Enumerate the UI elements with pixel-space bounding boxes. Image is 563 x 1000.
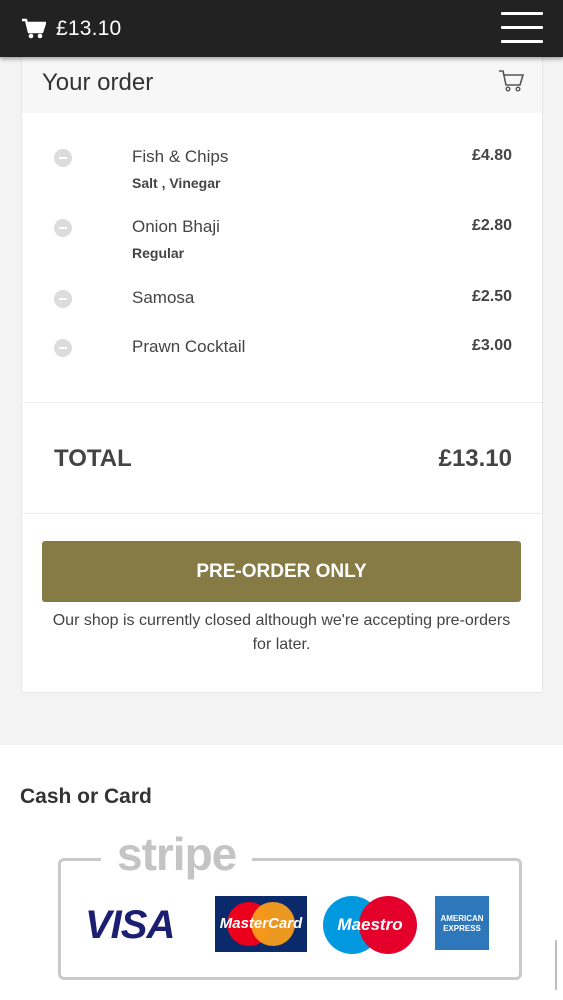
remove-item-icon[interactable] — [54, 219, 72, 237]
divider — [22, 402, 542, 403]
item-name: Onion Bhaji — [132, 217, 220, 236]
item-price: £3.00 — [471, 337, 512, 354]
visa-logo: VISA — [85, 903, 175, 947]
item-price: £2.80 — [471, 217, 512, 234]
menu-line — [501, 40, 543, 43]
order-card: Your order Fish & Chips Salt , Vinegar £… — [21, 57, 543, 693]
remove-item-icon[interactable] — [54, 149, 72, 167]
total-value: £13.10 — [438, 445, 512, 472]
remove-item-icon[interactable] — [54, 339, 72, 357]
remove-item-icon[interactable] — [54, 290, 72, 308]
item-price: £2.50 — [471, 288, 512, 305]
divider — [22, 513, 542, 514]
top-bar: £13.10 — [0, 0, 563, 57]
menu-line — [501, 26, 543, 29]
mastercard-logo: MasterCard — [215, 896, 307, 952]
shopping-cart-icon — [499, 70, 524, 92]
order-header: Your order — [22, 57, 542, 113]
stripe-logo: stripe — [101, 827, 253, 881]
item-name: Fish & Chips — [132, 147, 229, 166]
payment-methods: stripe VISA MasterCard Maestro AMERICAN … — [58, 827, 522, 980]
item-price: £4.80 — [471, 147, 512, 164]
item-name: Samosa — [132, 288, 195, 307]
shop-closed-notice: Our shop is currently closed although we… — [52, 612, 511, 653]
maestro-logo: Maestro — [323, 896, 417, 954]
cart-icon — [22, 18, 46, 39]
payment-section: Cash or Card stripe VISA MasterCard Maes… — [0, 745, 563, 1000]
menu-line — [501, 12, 543, 15]
item-options: Salt , Vinegar — [132, 175, 221, 191]
item-name: Prawn Cocktail — [132, 337, 246, 356]
amex-logo: AMERICAN EXPRESS — [435, 896, 489, 950]
item-options: Regular — [132, 245, 185, 261]
total-label: TOTAL — [54, 445, 132, 472]
payment-title: Cash or Card — [20, 785, 152, 808]
cart-summary[interactable]: £13.10 — [22, 14, 121, 44]
order-title: Your order — [42, 69, 154, 96]
scrollbar[interactable] — [555, 940, 557, 990]
order-items: Fish & Chips Salt , Vinegar £4.80 Onion … — [22, 113, 542, 402]
pre-order-button[interactable]: PRE-ORDER ONLY — [42, 541, 521, 602]
cart-total: £13.10 — [56, 17, 122, 40]
hamburger-menu-icon[interactable] — [501, 12, 543, 44]
